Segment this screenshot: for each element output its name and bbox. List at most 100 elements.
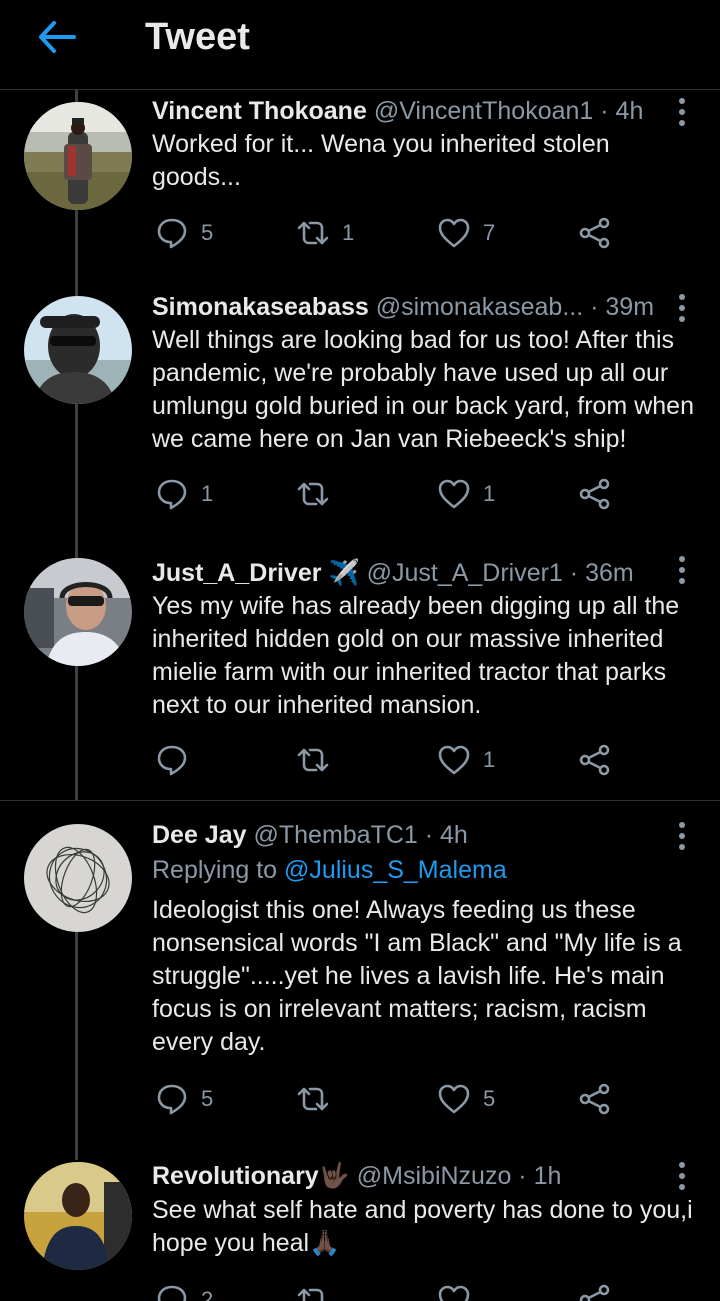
timestamp[interactable]: 39m xyxy=(605,293,654,321)
reply-icon xyxy=(157,1084,187,1115)
heart-icon xyxy=(438,1285,470,1301)
heart-icon xyxy=(438,1084,470,1114)
separator-dot: · xyxy=(562,559,586,587)
tweet-text: Well things are looking bad for us too! … xyxy=(152,326,694,453)
retweet-button[interactable] xyxy=(296,1280,342,1301)
reply-button[interactable]: 5 xyxy=(155,1079,213,1119)
tweet[interactable]: Just_A_Driver ✈️ @Just_A_Driver1 · 36m Y… xyxy=(0,552,720,798)
like-count: 7 xyxy=(483,220,496,245)
share-button[interactable] xyxy=(578,213,612,253)
heart-icon xyxy=(438,745,470,775)
share-button[interactable] xyxy=(578,474,612,514)
display-name[interactable]: Vincent Thokoane xyxy=(152,97,367,125)
share-icon xyxy=(579,744,610,776)
more-vertical-icon xyxy=(678,1162,686,1190)
mention-link[interactable]: @Julius_S_Malema xyxy=(284,856,507,884)
share-icon xyxy=(579,1083,610,1115)
display-name[interactable]: Dee Jay xyxy=(152,821,247,849)
arrow-left-icon xyxy=(39,21,76,53)
avatar[interactable] xyxy=(24,558,132,666)
more-options-button[interactable] xyxy=(678,556,686,584)
tweet[interactable]: Dee Jay @ThembaTC1 · 4h Replying to @Jul… xyxy=(0,814,720,1144)
display-name[interactable]: Just_A_Driver ✈️ xyxy=(152,559,360,587)
timestamp[interactable]: 4h xyxy=(616,97,644,125)
retweet-button[interactable] xyxy=(296,474,342,514)
tweet-actions: 1 xyxy=(0,740,720,780)
tweet-header: Simonakaseabass @simonakaseab... · 39m xyxy=(152,292,670,322)
share-button[interactable] xyxy=(578,1079,612,1119)
replying-to: Replying to @Julius_S_Malema xyxy=(152,854,507,886)
reply-button[interactable] xyxy=(155,740,201,780)
tweet-text: Worked for it... Wena you inherited stol… xyxy=(152,130,610,191)
share-icon xyxy=(579,1284,610,1301)
heart-icon xyxy=(438,479,470,509)
share-icon xyxy=(579,217,610,249)
like-count: 5 xyxy=(483,1086,496,1111)
reply-icon xyxy=(157,1285,187,1301)
separator-dot: · xyxy=(511,1162,534,1190)
reply-icon xyxy=(157,218,187,249)
like-count: 1 xyxy=(483,747,496,772)
tweet-actions: 5 1 7 xyxy=(0,213,720,253)
timestamp[interactable]: 36m xyxy=(585,559,634,587)
like-button[interactable]: 1 xyxy=(437,740,495,780)
tweet[interactable]: Revolutionary🤟🏿 @MsibiNzuzo · 1h See wha… xyxy=(0,1154,720,1301)
tweet-actions: 1 1 xyxy=(0,474,720,514)
user-handle[interactable]: @simonakaseab... xyxy=(376,293,583,321)
tweet-header: Dee Jay @ThembaTC1 · 4h xyxy=(152,820,670,850)
more-options-button[interactable] xyxy=(678,822,686,850)
more-options-button[interactable] xyxy=(678,1162,686,1190)
avatar[interactable] xyxy=(24,1162,132,1270)
user-handle[interactable]: @Just_A_Driver1 xyxy=(367,559,563,587)
retweet-button[interactable] xyxy=(296,1079,342,1119)
heart-icon xyxy=(438,218,470,248)
reply-button[interactable]: 1 xyxy=(155,474,213,514)
tweet-header: Vincent Thokoane @VincentThokoan1 · 4h xyxy=(152,96,670,126)
share-button[interactable] xyxy=(578,740,612,780)
share-icon xyxy=(579,478,610,510)
tweet[interactable]: Simonakaseabass @simonakaseab... · 39m W… xyxy=(0,288,720,550)
section-divider xyxy=(0,800,720,801)
timestamp[interactable]: 4h xyxy=(440,821,468,849)
reply-button[interactable]: 5 xyxy=(155,213,213,253)
more-vertical-icon xyxy=(678,822,686,850)
more-options-button[interactable] xyxy=(678,294,686,322)
tweet-text: See what self hate and poverty has done … xyxy=(152,1196,693,1257)
tweet-text: Yes my wife has already been digging up … xyxy=(152,592,680,719)
reply-count: 5 xyxy=(201,220,214,245)
timestamp[interactable]: 1h xyxy=(534,1162,562,1190)
retweet-icon xyxy=(297,1288,324,1301)
retweet-button[interactable] xyxy=(296,740,342,780)
like-button[interactable]: 7 xyxy=(437,213,495,253)
tweet[interactable]: Vincent Thokoane @VincentThokoan1 · 4h W… xyxy=(0,92,720,298)
back-button[interactable] xyxy=(36,18,78,56)
reply-count: 2 xyxy=(201,1287,214,1301)
reply-icon xyxy=(157,745,187,776)
more-vertical-icon xyxy=(678,294,686,322)
retweet-button[interactable]: 1 xyxy=(296,213,354,253)
share-button[interactable] xyxy=(578,1280,612,1301)
avatar[interactable] xyxy=(24,102,132,210)
reply-icon xyxy=(157,479,187,510)
retweet-count: 1 xyxy=(342,220,355,245)
tweet-header: Just_A_Driver ✈️ @Just_A_Driver1 · 36m xyxy=(152,558,670,588)
replying-to-label: Replying to xyxy=(152,856,285,884)
tweet-text: Ideologist this one! Always feeding us t… xyxy=(152,896,682,1056)
like-button[interactable]: 5 xyxy=(437,1079,495,1119)
display-name[interactable]: Simonakaseabass xyxy=(152,293,369,321)
user-handle[interactable]: @ThembaTC1 xyxy=(253,821,417,849)
retweet-icon xyxy=(297,748,329,772)
avatar[interactable] xyxy=(24,824,132,932)
display-name[interactable]: Revolutionary🤟🏿 xyxy=(152,1162,350,1190)
reply-button[interactable]: 2 xyxy=(155,1280,213,1301)
avatar[interactable] xyxy=(24,296,132,404)
more-options-button[interactable] xyxy=(678,98,686,126)
more-vertical-icon xyxy=(678,556,686,584)
like-button[interactable]: 1 xyxy=(437,474,495,514)
user-handle[interactable]: @MsibiNzuzo xyxy=(357,1162,512,1190)
like-button[interactable] xyxy=(437,1280,483,1301)
tweet-actions: 5 5 xyxy=(0,1079,720,1119)
reply-count: 1 xyxy=(201,481,214,506)
top-bar: Tweet xyxy=(0,0,720,90)
user-handle[interactable]: @VincentThokoan1 xyxy=(374,97,594,125)
